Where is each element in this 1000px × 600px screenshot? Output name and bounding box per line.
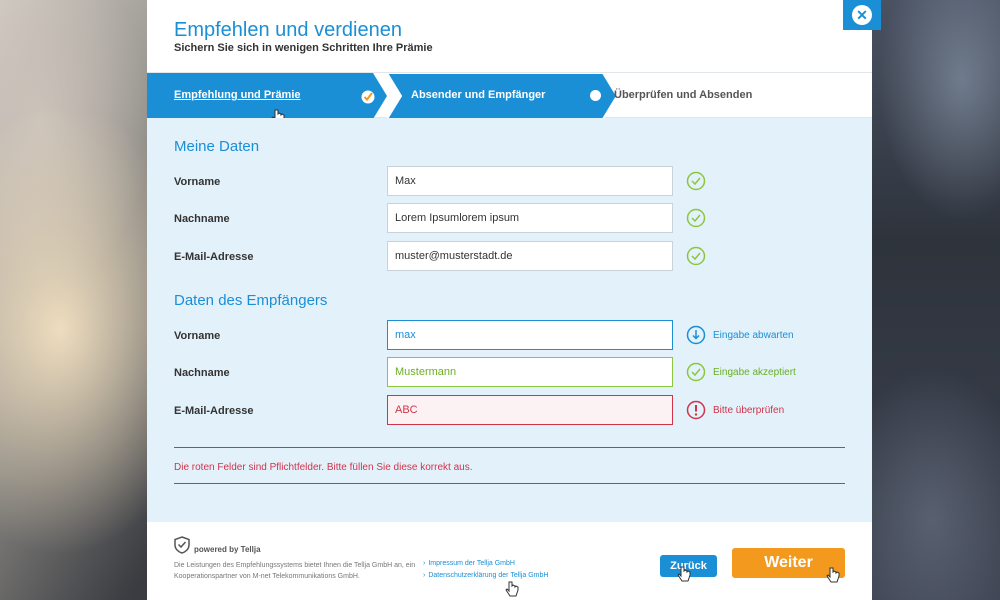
modal-footer: powered by Tellja Die Leistungen des Emp… bbox=[147, 522, 872, 600]
referral-modal: Empfehlen und verdienen Sichern Sie sich… bbox=[147, 0, 872, 600]
chevron-right-icon: › bbox=[423, 572, 426, 579]
current-step-dot-icon bbox=[590, 90, 601, 101]
hand-cursor-icon bbox=[677, 566, 691, 582]
pending-arrow-icon bbox=[686, 325, 706, 345]
powered-by-label: powered by Tellja bbox=[194, 545, 261, 554]
check-icon bbox=[361, 90, 375, 104]
footer-info-text: Die Leistungen des Empfehlungssystems bi… bbox=[174, 562, 416, 580]
recipient-email-input[interactable]: ABC bbox=[387, 395, 673, 425]
recipient-email-status: Bitte überprüfen bbox=[713, 405, 785, 416]
imprint-link[interactable]: › Impressum der Tellja GmbH bbox=[423, 560, 515, 567]
sender-firstname-label: Vorname bbox=[174, 176, 221, 188]
sender-lastname-label: Nachname bbox=[174, 213, 230, 225]
check-circle-icon bbox=[686, 208, 706, 228]
imprint-link-label: Impressum der Tellja GmbH bbox=[428, 560, 515, 567]
sender-section-title: Meine Daten bbox=[174, 138, 260, 155]
sender-email-label: E-Mail-Adresse bbox=[174, 251, 254, 263]
error-divider-top bbox=[174, 447, 845, 448]
check-circle-icon bbox=[686, 171, 706, 191]
sender-firstname-input[interactable]: Max bbox=[387, 166, 673, 196]
recipient-lastname-status: Eingabe akzeptiert bbox=[713, 367, 796, 378]
shield-logo-icon bbox=[174, 536, 190, 554]
exclamation-circle-icon bbox=[686, 400, 706, 420]
background-right bbox=[872, 0, 1000, 600]
chevron-right-icon: › bbox=[423, 560, 426, 567]
form-panel: Meine Daten Vorname Max Nachname Lorem I… bbox=[147, 118, 872, 522]
hand-cursor-icon bbox=[505, 581, 519, 597]
close-icon: ✕ bbox=[852, 5, 872, 25]
modal-title: Empfehlen und verdienen bbox=[174, 19, 402, 41]
recipient-firstname-status: Eingabe abwarten bbox=[713, 330, 794, 341]
close-button[interactable]: ✕ bbox=[843, 0, 881, 30]
privacy-link[interactable]: › Datenschutzerklärung der Tellja GmbH bbox=[423, 572, 548, 579]
recipient-email-label: E-Mail-Adresse bbox=[174, 405, 254, 417]
recipient-lastname-input[interactable]: Mustermann bbox=[387, 357, 673, 387]
sender-email-input[interactable]: muster@musterstadt.de bbox=[387, 241, 673, 271]
sender-lastname-input[interactable]: Lorem Ipsumlorem ipsum bbox=[387, 203, 673, 233]
step-2-label[interactable]: Absender und Empfänger bbox=[411, 89, 545, 101]
modal-subtitle: Sichern Sie sich in wenigen Schritten Ih… bbox=[174, 42, 433, 54]
step-1-label[interactable]: Empfehlung und Prämie bbox=[174, 89, 301, 101]
check-circle-icon bbox=[686, 362, 706, 382]
recipient-firstname-input[interactable]: max bbox=[387, 320, 673, 350]
modal-header: Empfehlen und verdienen Sichern Sie sich… bbox=[147, 0, 872, 72]
progress-steps: Empfehlung und Prämie Absender und Empfä… bbox=[147, 72, 872, 125]
recipient-section-title: Daten des Empfängers bbox=[174, 292, 328, 309]
step-3-label[interactable]: Überprüfen und Absenden bbox=[614, 89, 752, 101]
hand-cursor-icon bbox=[826, 567, 840, 583]
recipient-lastname-label: Nachname bbox=[174, 367, 230, 379]
recipient-firstname-label: Vorname bbox=[174, 330, 221, 342]
check-circle-icon bbox=[686, 246, 706, 266]
error-message: Die roten Felder sind Pflichtfelder. Bit… bbox=[174, 462, 473, 473]
privacy-link-label: Datenschutzerklärung der Tellja GmbH bbox=[428, 572, 549, 579]
error-divider-bottom bbox=[174, 483, 845, 484]
